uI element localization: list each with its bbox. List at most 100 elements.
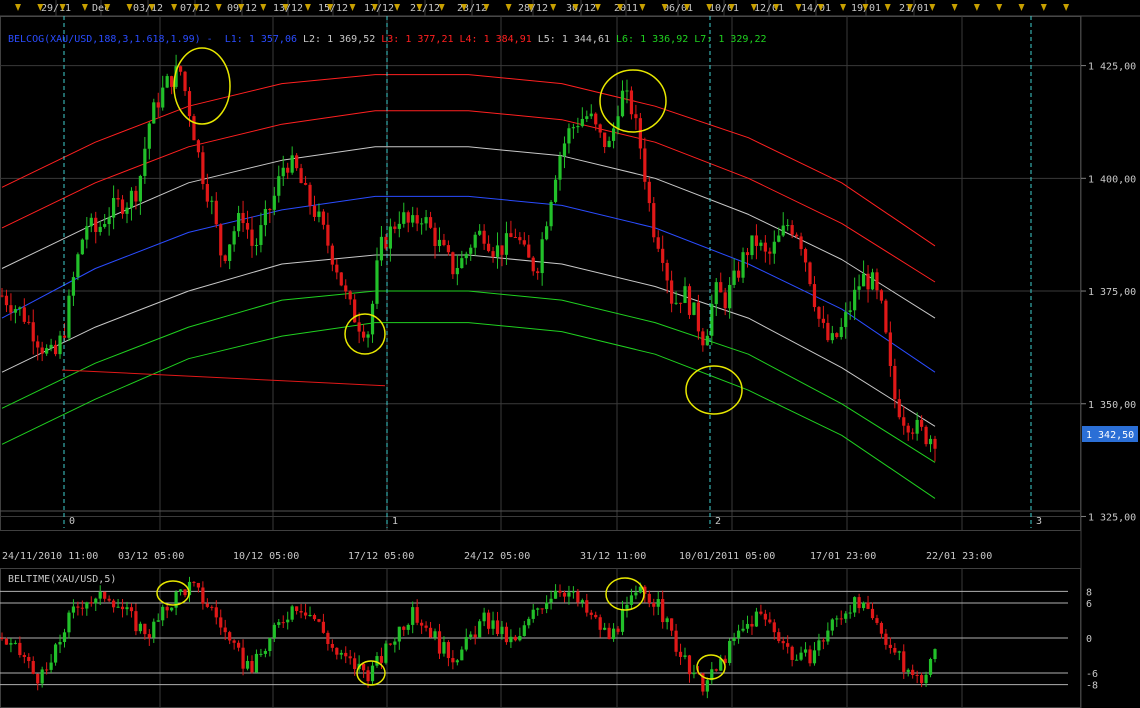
candle-body[interactable] bbox=[45, 348, 49, 354]
beltime-bar[interactable] bbox=[620, 608, 625, 632]
beltime-bar[interactable] bbox=[495, 620, 500, 635]
beltime-bar[interactable] bbox=[49, 662, 53, 670]
beltime-bar[interactable] bbox=[205, 603, 209, 607]
beltime-bar[interactable] bbox=[138, 623, 142, 632]
beltime-bar[interactable] bbox=[98, 591, 102, 599]
candle-body[interactable] bbox=[134, 190, 138, 202]
beltime-bar[interactable] bbox=[446, 642, 451, 659]
beltime-bar[interactable] bbox=[201, 587, 205, 604]
beltime-bar[interactable] bbox=[920, 675, 924, 684]
candle-body[interactable] bbox=[594, 113, 598, 125]
candle-body[interactable] bbox=[420, 223, 424, 225]
beltime-bar[interactable] bbox=[616, 628, 620, 632]
beltime-bar[interactable] bbox=[214, 607, 218, 618]
beltime-bar[interactable] bbox=[879, 622, 884, 634]
beltime-bar[interactable] bbox=[228, 632, 232, 641]
candle-body[interactable] bbox=[241, 212, 245, 224]
beltime-bar[interactable] bbox=[263, 651, 267, 654]
candle-body[interactable] bbox=[31, 322, 35, 342]
beltime-bar[interactable] bbox=[915, 675, 919, 677]
beltime-bar[interactable] bbox=[80, 607, 84, 609]
beltime-bar[interactable] bbox=[9, 643, 13, 645]
candle-body[interactable] bbox=[620, 90, 625, 117]
candle-body[interactable] bbox=[803, 249, 808, 263]
beltime-bar[interactable] bbox=[777, 632, 781, 642]
beltime-bar[interactable] bbox=[803, 649, 808, 653]
beltime-bar[interactable] bbox=[719, 658, 723, 671]
candle-body[interactable] bbox=[553, 179, 558, 202]
beltime-bar[interactable] bbox=[661, 599, 665, 623]
beltime-bar[interactable] bbox=[754, 611, 759, 627]
beltime-bar[interactable] bbox=[428, 627, 433, 638]
candle-body[interactable] bbox=[437, 239, 442, 247]
beltime-bar[interactable] bbox=[652, 602, 656, 607]
beltime-bar[interactable] bbox=[420, 622, 424, 626]
candle-body[interactable] bbox=[647, 181, 651, 204]
beltime-bar[interactable] bbox=[486, 612, 491, 629]
candle-body[interactable] bbox=[692, 302, 696, 315]
beltime-bar[interactable] bbox=[790, 646, 794, 660]
candle-body[interactable] bbox=[94, 217, 98, 232]
candle-body[interactable] bbox=[161, 87, 165, 108]
beltime-bar[interactable] bbox=[830, 619, 834, 631]
candle-body[interactable] bbox=[228, 244, 232, 261]
candle-body[interactable] bbox=[433, 227, 437, 247]
candle-body[interactable] bbox=[687, 286, 692, 315]
beltime-bar[interactable] bbox=[750, 623, 754, 627]
candle-body[interactable] bbox=[299, 168, 303, 184]
beltime-bar[interactable] bbox=[433, 631, 437, 638]
candle-body[interactable] bbox=[853, 289, 857, 311]
beltime-bar[interactable] bbox=[250, 660, 254, 673]
candle-body[interactable] bbox=[678, 302, 683, 304]
candle-body[interactable] bbox=[361, 331, 366, 338]
beltime-bar[interactable] bbox=[866, 602, 870, 609]
candle-body[interactable] bbox=[460, 258, 464, 269]
candle-body[interactable] bbox=[411, 215, 415, 223]
candle-body[interactable] bbox=[870, 272, 875, 290]
candle-body[interactable] bbox=[893, 365, 897, 400]
candle-body[interactable] bbox=[375, 260, 379, 304]
beltime-bar[interactable] bbox=[576, 591, 580, 603]
beltime-bar[interactable] bbox=[344, 652, 348, 657]
beltime-bar[interactable] bbox=[893, 647, 897, 653]
candle-body[interactable] bbox=[80, 239, 84, 255]
candle-body[interactable] bbox=[357, 322, 361, 332]
candle-body[interactable] bbox=[491, 251, 495, 257]
beltime-bar[interactable] bbox=[245, 660, 250, 669]
candle-body[interactable] bbox=[736, 270, 741, 278]
candle-body[interactable] bbox=[397, 223, 401, 229]
beltime-bar[interactable] bbox=[518, 636, 522, 641]
beltime-bar[interactable] bbox=[647, 593, 651, 603]
beltime-bar[interactable] bbox=[27, 656, 31, 662]
candle-body[interactable] bbox=[763, 242, 767, 252]
beltime-bar[interactable] bbox=[741, 628, 745, 631]
candle-body[interactable] bbox=[27, 321, 31, 323]
beltime-bar[interactable] bbox=[634, 592, 638, 596]
candle-body[interactable] bbox=[866, 273, 870, 290]
candle-body[interactable] bbox=[518, 237, 522, 241]
candle-body[interactable] bbox=[536, 271, 540, 274]
beltime-bar[interactable] bbox=[94, 598, 98, 604]
candle-body[interactable] bbox=[370, 303, 375, 335]
beltime-bar[interactable] bbox=[670, 618, 674, 631]
candle-body[interactable] bbox=[312, 205, 317, 217]
beltime-bar[interactable] bbox=[759, 611, 763, 614]
candle-body[interactable] bbox=[714, 282, 718, 305]
beltime-bar[interactable] bbox=[379, 656, 384, 663]
candle-body[interactable] bbox=[165, 76, 169, 88]
beltime-bar[interactable] bbox=[375, 656, 379, 666]
beltime-bar[interactable] bbox=[482, 612, 486, 622]
candle-body[interactable] bbox=[750, 235, 754, 256]
beltime-bar[interactable] bbox=[469, 634, 473, 637]
candle-body[interactable] bbox=[259, 225, 263, 245]
candle-body[interactable] bbox=[888, 332, 892, 366]
beltime-bar[interactable] bbox=[129, 607, 134, 612]
beltime-bar[interactable] bbox=[888, 644, 892, 648]
candle-body[interactable] bbox=[701, 331, 705, 346]
candle-body[interactable] bbox=[236, 212, 241, 232]
beltime-bar[interactable] bbox=[768, 619, 772, 623]
candle-body[interactable] bbox=[781, 225, 785, 236]
beltime-bar[interactable] bbox=[781, 641, 785, 644]
beltime-bar[interactable] bbox=[603, 627, 607, 630]
beltime-bar[interactable] bbox=[848, 612, 852, 614]
